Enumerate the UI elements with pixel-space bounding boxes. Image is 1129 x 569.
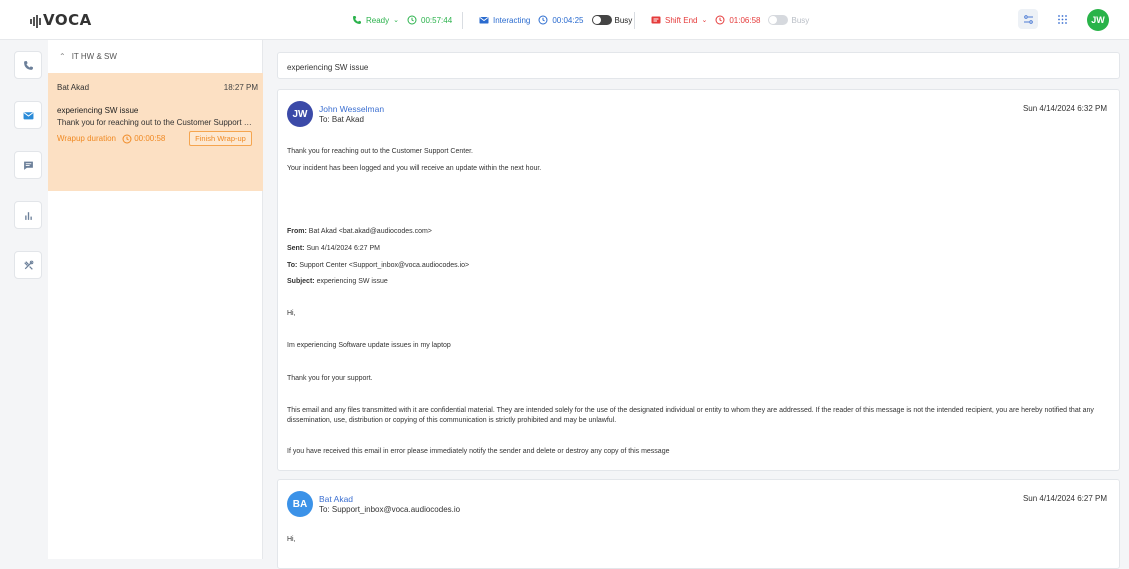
interacting-status: Interacting 00:04:25 Busy: [479, 0, 632, 40]
body-line: Im experiencing Software update issues i…: [287, 342, 451, 349]
body-line: Thank you for your support.: [287, 375, 373, 382]
phone-icon: [352, 15, 362, 25]
chevron-up-icon[interactable]: ⌃: [59, 52, 66, 61]
conversation-card[interactable]: Bat Akad 18:27 PM experiencing SW issue …: [48, 73, 263, 191]
avatar: JW: [287, 101, 313, 127]
logo-wave-icon: [30, 12, 42, 30]
busy-label: Busy: [614, 15, 633, 25]
email-message: JW John Wesselman To: Bat Akad Sun 4/14/…: [277, 89, 1120, 471]
wrapup-label: Wrapup duration: [57, 134, 116, 144]
interacting-label: Interacting: [493, 15, 531, 25]
conversation-list: ⌃ IT HW & SW Bat Akad 18:27 PM experienci…: [48, 40, 263, 559]
wrapup-timer: 00:00:58: [134, 134, 166, 144]
subject-bar: experiencing SW issue: [277, 52, 1120, 79]
finish-wrapup-button[interactable]: Finish Wrap-up: [189, 131, 252, 146]
subject-text: experiencing SW issue: [287, 63, 369, 72]
busy-label-disabled: Busy: [791, 15, 810, 25]
disclaimer-line: dissemination, use, distribution or copy…: [287, 417, 617, 424]
user-avatar[interactable]: JW: [1087, 9, 1109, 31]
recipient-line: To: Bat Akad: [319, 115, 364, 124]
disclaimer-line: This email and any files transmitted wit…: [287, 407, 1094, 414]
settings-icon[interactable]: [1018, 9, 1038, 29]
conversation-time: 18:27 PM: [223, 83, 258, 92]
clock-icon: [122, 134, 132, 144]
subject-label: Subject:: [287, 278, 315, 285]
body-line: Hi,: [287, 536, 296, 543]
avatar: BA: [287, 491, 313, 517]
apps-button[interactable]: [1052, 9, 1072, 29]
from-value: Bat Akad <bat.akad@audiocodes.com>: [308, 228, 432, 235]
email-date: Sun 4/14/2024 6:27 PM: [1022, 494, 1107, 503]
queue-group-label: IT HW & SW: [71, 52, 117, 61]
shift-label: Shift End: [665, 15, 698, 25]
chat-icon: [23, 161, 33, 170]
ready-status[interactable]: Ready ⌄ 00:57:44: [352, 0, 452, 40]
quoted-to: To: Support Center <Support_inbox@voca.a…: [287, 261, 469, 271]
interacting-timer: 00:04:25: [552, 15, 584, 25]
queue-group-header[interactable]: ⌃ IT HW & SW: [59, 52, 117, 61]
email-date: Sun 4/14/2024 6:32 PM: [1022, 104, 1107, 113]
recipient-line: To: Support_inbox@voca.audiocodes.io: [319, 505, 461, 514]
subject-value: experiencing SW issue: [316, 278, 388, 285]
rail-voice[interactable]: [14, 51, 42, 79]
busy-toggle[interactable]: [591, 15, 612, 25]
left-rail: [11, 51, 42, 301]
quoted-subject: Subject: experiencing SW issue: [287, 277, 388, 287]
phone-icon: [23, 60, 33, 70]
grid-icon[interactable]: [1052, 9, 1072, 29]
user-menu[interactable]: JW: [1087, 9, 1109, 31]
to-value: Support Center <Support_inbox@voca.audio…: [299, 262, 470, 269]
rail-stats[interactable]: [14, 201, 42, 229]
chevron-down-icon[interactable]: ⌄: [393, 16, 399, 24]
rail-email[interactable]: [14, 101, 42, 129]
mail-icon: [479, 15, 489, 25]
quoted-from: From: Bat Akad <bat.akad@audiocodes.com>: [287, 227, 432, 237]
clock-icon: [538, 15, 548, 25]
app-logo: VOCA: [30, 11, 92, 30]
ready-label: Ready: [366, 15, 390, 25]
divider: [462, 12, 463, 29]
flag-icon: [651, 15, 661, 25]
busy-toggle-disabled[interactable]: [768, 15, 789, 25]
divider: [634, 12, 635, 29]
body-line: Your incident has been logged and you wi…: [287, 165, 542, 172]
body-line: Thank you for reaching out to the Custom…: [287, 148, 473, 155]
shift-timer: 01:06:58: [729, 15, 761, 25]
rail-chat[interactable]: [14, 151, 42, 179]
rail-tools[interactable]: [14, 251, 42, 279]
chevron-down-icon[interactable]: ⌄: [701, 16, 707, 24]
sent-label: Sent:: [287, 245, 305, 252]
quoted-sent: Sent: Sun 4/14/2024 6:27 PM: [287, 244, 380, 254]
sender-name: Bat Akad: [319, 494, 354, 504]
stats-icon: [24, 211, 32, 220]
conversation-snippet: Thank you for reaching out to the Custom…: [57, 118, 257, 127]
conversation-subject: experiencing SW issue: [57, 106, 139, 115]
to-label: To:: [287, 262, 298, 269]
logo-text: VOCA: [43, 11, 92, 29]
clock-icon: [715, 15, 725, 25]
from-label: From:: [287, 228, 307, 235]
wrapup-duration: Wrapup duration 00:00:58: [57, 134, 165, 144]
contact-name: Bat Akad: [57, 83, 90, 92]
top-bar: VOCA Ready ⌄ 00:57:44 Interacting 00:04:…: [0, 0, 1129, 40]
settings-button[interactable]: [1018, 9, 1038, 29]
ready-timer: 00:57:44: [421, 15, 453, 25]
mail-icon: [23, 111, 33, 119]
sender-name: John Wesselman: [319, 104, 385, 114]
shift-status[interactable]: Shift End ⌄ 01:06:58 Busy: [651, 0, 809, 40]
sent-value: Sun 4/14/2024 6:27 PM: [306, 245, 381, 252]
tools-icon: [23, 260, 33, 270]
body-line: If you have received this email in error…: [287, 448, 670, 455]
clock-icon: [407, 15, 417, 25]
body-line: Hi,: [287, 310, 296, 317]
email-message: BA Bat Akad To: Support_inbox@voca.audio…: [277, 479, 1120, 569]
